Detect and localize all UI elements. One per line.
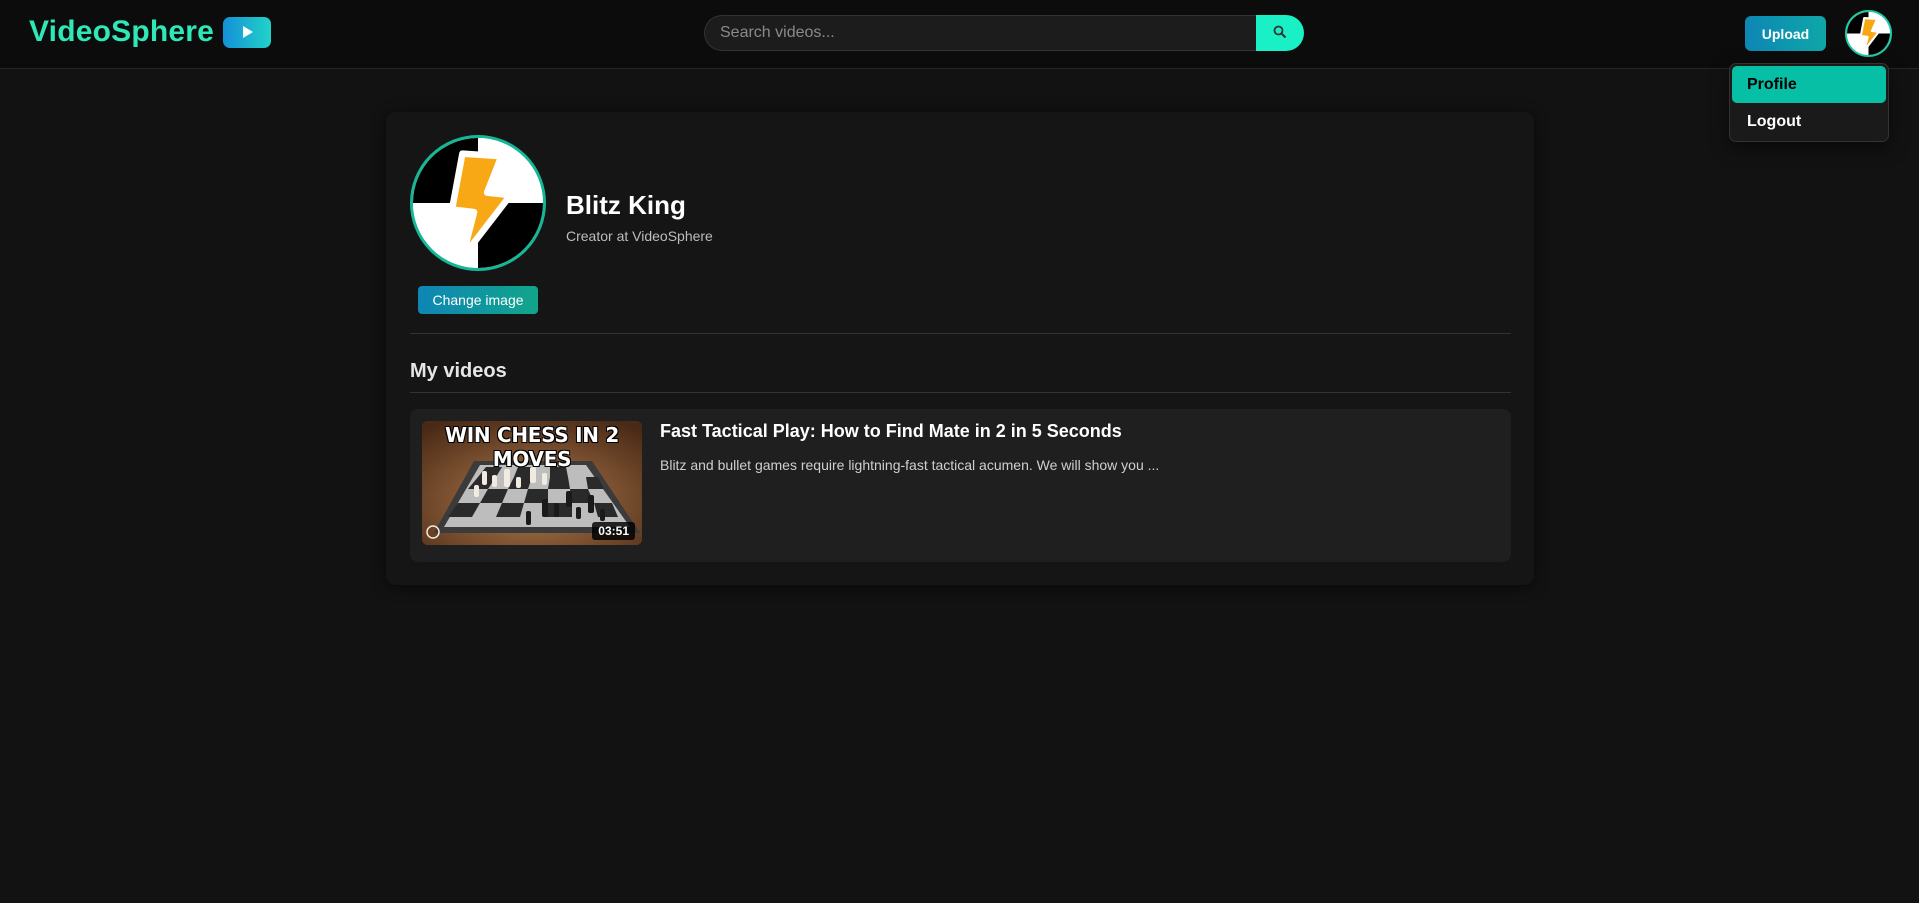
user-avatar-button[interactable] [1845, 10, 1892, 57]
video-duration-badge: 03:51 [592, 522, 635, 540]
video-list-item[interactable]: WIN CHESS IN 2 MOVES 03:51 Fast Tactical… [410, 409, 1511, 562]
search-bar [704, 15, 1304, 51]
divider [410, 333, 1511, 334]
section-title-my-videos: My videos [410, 360, 507, 382]
brand-name: VideoSphere [29, 15, 215, 48]
lightning-avatar-icon [1847, 12, 1890, 55]
profile-name: Blitz King [566, 190, 686, 220]
thumbnail-caption: WIN CHESS IN 2 MOVES [444, 423, 619, 471]
menu-item-profile[interactable]: Profile [1732, 66, 1886, 103]
profile-card: Change image Blitz King Creator at Video… [386, 112, 1534, 585]
user-dropdown-menu: Profile Logout [1729, 63, 1889, 142]
profile-avatar [410, 135, 546, 271]
divider [410, 392, 1511, 393]
search-icon [1273, 25, 1287, 42]
video-description: Blitz and bullet games require lightning… [660, 457, 1160, 473]
lightning-avatar-icon [413, 138, 543, 268]
play-icon [223, 16, 272, 48]
video-title-link[interactable]: Fast Tactical Play: How to Find Mate in … [660, 421, 1122, 442]
menu-item-logout[interactable]: Logout [1732, 103, 1886, 140]
search-button[interactable] [1256, 15, 1304, 51]
upload-button[interactable]: Upload [1745, 16, 1826, 51]
profile-subtitle: Creator at VideoSphere [566, 228, 713, 244]
video-thumbnail[interactable]: WIN CHESS IN 2 MOVES 03:51 [422, 421, 642, 545]
search-input[interactable] [704, 15, 1256, 51]
top-navigation-bar: VideoSphere Upload [0, 0, 1919, 69]
change-image-button[interactable]: Change image [418, 286, 538, 314]
brand-logo[interactable]: VideoSphere [29, 15, 272, 49]
